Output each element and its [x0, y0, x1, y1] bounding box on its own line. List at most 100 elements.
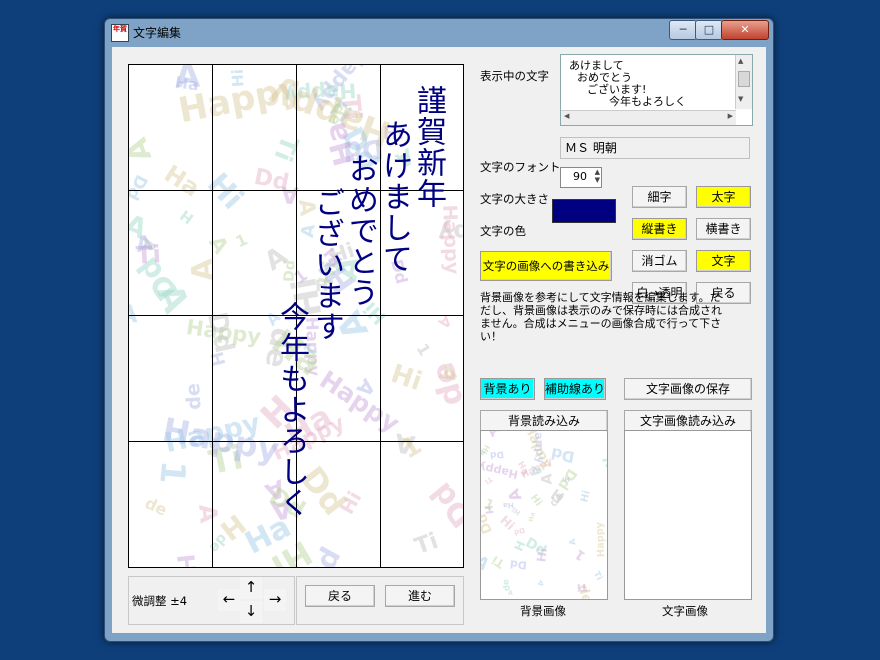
- background-pattern-glyph: H: [177, 205, 198, 227]
- font-field[interactable]: ＭＳ 明朝: [560, 137, 750, 159]
- size-spinner[interactable]: 90 ▲ ▼: [560, 167, 602, 188]
- size-label: 文字の大きさ: [480, 192, 549, 206]
- eraser-button[interactable]: 消ゴム: [632, 250, 687, 272]
- background-pattern-glyph: A: [557, 431, 568, 433]
- background-pattern-glyph: Dd: [480, 510, 496, 536]
- fine-adjust-label: 微調整 ±4: [132, 594, 188, 608]
- background-preview: HappyAHiTiDdHappyAdeHA1AHiHaDdHappyAHiTi…: [480, 430, 608, 600]
- background-pattern-glyph: Dd: [513, 525, 527, 538]
- text-image-caption: 文字画像: [662, 604, 708, 618]
- fine-adjust-panel: 微調整 ±4 ↑ ↓ ← →: [128, 576, 295, 625]
- background-pattern-glyph: A: [507, 588, 514, 598]
- background-pattern-glyph: 1: [152, 459, 193, 487]
- editor-window: 年賀 文字編集 ─ □ ✕ Happy A Hi Ti Dd Happy Ade H A 1 A Hi…: [104, 18, 774, 642]
- canvas-text-column: ございます: [309, 187, 344, 342]
- scroll-thumb[interactable]: [738, 71, 750, 87]
- description-text: 背景画像を参考にして文字情報を編集します。ただし、背景画像は表示のみで保存時には…: [480, 291, 722, 343]
- move-right-button[interactable]: →: [264, 589, 286, 611]
- background-pattern-glyph: Dd: [509, 557, 528, 573]
- background-pattern-glyph: Dd: [251, 163, 292, 197]
- redo-button[interactable]: 進む: [385, 585, 455, 607]
- background-pattern-glyph: Dd: [549, 443, 576, 466]
- thin-font-button[interactable]: 細字: [632, 186, 687, 208]
- background-pattern-glyph: Dd: [489, 448, 504, 460]
- background-pattern-glyph: A: [184, 256, 220, 283]
- background-pattern-glyph: A: [483, 430, 503, 441]
- background-pattern-glyph: Happy: [594, 521, 608, 558]
- horizontal-writing-button[interactable]: 横書き: [696, 218, 751, 240]
- background-pattern-glyph: Ha: [159, 159, 206, 203]
- background-pattern-glyph: Happy: [437, 204, 464, 275]
- background-pattern-glyph: Ti: [411, 527, 442, 560]
- background-pattern-glyph: 1: [572, 545, 589, 563]
- title-bar[interactable]: 年賀 文字編集 ─ □ ✕: [105, 19, 773, 45]
- background-pattern-glyph: 1: [412, 340, 435, 360]
- history-panel: 戻る 進む: [296, 576, 464, 625]
- vertical-writing-button[interactable]: 縦書き: [632, 218, 687, 240]
- background-toggle[interactable]: 背景あり: [480, 378, 535, 400]
- background-pattern-glyph: A: [174, 64, 201, 95]
- background-pattern-glyph: A: [128, 133, 159, 166]
- app-icon: 年賀: [111, 24, 129, 42]
- background-pattern-glyph: Hi: [200, 166, 251, 217]
- background-pattern-glyph: A: [204, 230, 235, 259]
- move-down-button[interactable]: ↓: [240, 601, 262, 623]
- background-pattern-glyph: A: [567, 538, 578, 547]
- background-pattern-glyph: 1: [395, 429, 428, 466]
- move-left-button[interactable]: ←: [218, 589, 240, 611]
- background-pattern-glyph: Hi: [386, 359, 426, 398]
- vertical-scrollbar[interactable]: ▲ ▼: [735, 55, 752, 109]
- text-image-preview: [624, 430, 752, 600]
- background-pattern-glyph: Ti: [483, 474, 495, 487]
- write-to-image-button[interactable]: 文字の画像への書き込み: [480, 251, 612, 281]
- horizontal-scrollbar[interactable]: ◀ ▶: [561, 110, 736, 125]
- canvas-text-column: 今年もよろしく: [274, 301, 309, 518]
- background-pattern-glyph: Ti: [268, 131, 305, 166]
- background-pattern-glyph: A: [128, 299, 139, 328]
- background-pattern-glyph: Ti: [489, 552, 508, 571]
- background-pattern-glyph: H: [170, 552, 201, 568]
- font-label: 文字のフォント: [480, 160, 561, 174]
- guide-lines-toggle[interactable]: 補助線あり: [544, 378, 606, 400]
- background-pattern-glyph: Dd: [128, 171, 151, 204]
- load-text-image-button[interactable]: 文字画像読み込み: [624, 410, 752, 432]
- color-label: 文字の色: [480, 224, 526, 238]
- background-pattern-glyph: A: [535, 579, 546, 589]
- load-background-button[interactable]: 背景読み込み: [480, 410, 608, 432]
- background-pattern-glyph: Ti: [590, 569, 604, 583]
- size-value: 90: [573, 170, 587, 183]
- minimize-button[interactable]: ─: [669, 20, 697, 40]
- background-pattern-glyph: de: [141, 493, 170, 521]
- client-area: Happy A Hi Ti Dd Happy Ade H A 1 A Hi Ha Dd Happy A Hi Ti…: [112, 47, 766, 633]
- background-pattern-glyph: A: [588, 431, 601, 432]
- background-pattern-glyph: Hi: [228, 68, 248, 88]
- maximize-button[interactable]: □: [695, 20, 723, 40]
- scroll-left-icon: ◀: [564, 112, 570, 120]
- window-title: 文字編集: [133, 26, 182, 40]
- move-up-button[interactable]: ↑: [240, 577, 262, 599]
- background-pattern-glyph: Dd: [200, 309, 241, 356]
- spinner-arrows-icon[interactable]: ▲ ▼: [595, 168, 600, 184]
- scroll-down-icon: ▼: [738, 95, 744, 103]
- display-text-label: 表示中の文字: [480, 69, 549, 83]
- display-text-box[interactable]: あけまして おめでとう ございます! 今年もよろしく ▲ ▼ ◀ ▶: [560, 54, 753, 126]
- background-image-caption: 背景画像: [520, 604, 566, 618]
- text-mode-button[interactable]: 文字: [696, 250, 751, 272]
- bold-font-button[interactable]: 太字: [696, 186, 751, 208]
- background-pattern-glyph: Dd: [423, 475, 464, 534]
- background-pattern-glyph: Hi: [533, 547, 550, 564]
- canvas-text-column: あけまして: [377, 119, 412, 274]
- canvas-text-column: 謹賀新年: [411, 85, 446, 209]
- background-pattern-glyph: Ha: [526, 511, 537, 523]
- background-pattern-glyph: A: [480, 587, 484, 598]
- background-pattern-glyph: A: [539, 473, 556, 485]
- close-button[interactable]: ✕: [721, 20, 769, 40]
- save-text-image-button[interactable]: 文字画像の保存: [624, 378, 752, 400]
- color-swatch[interactable]: [552, 199, 616, 223]
- text-line: 今年もよろしく: [609, 95, 686, 108]
- background-pattern-glyph: Happy: [596, 453, 608, 509]
- scroll-right-icon: ▶: [727, 112, 733, 120]
- undo-button[interactable]: 戻る: [305, 585, 375, 607]
- edit-canvas[interactable]: Happy A Hi Ti Dd Happy Ade H A 1 A Hi Ha Dd Happy A Hi Ti…: [128, 64, 464, 568]
- guide-line: [212, 65, 213, 567]
